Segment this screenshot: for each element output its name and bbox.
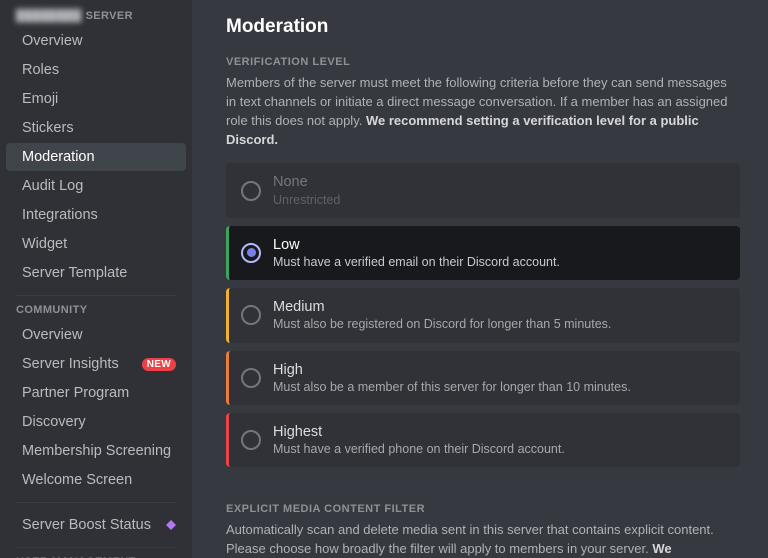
radio-icon [241, 243, 261, 263]
sidebar-item-label: Server Insights [22, 356, 119, 372]
option-subtitle: Must also be a member of this server for… [273, 379, 631, 395]
server-header-suffix: SERVER [86, 10, 133, 22]
sidebar-item-server-boost[interactable]: Server Boost Status [6, 511, 186, 539]
filter-description: Automatically scan and delete media sent… [226, 521, 740, 558]
sidebar-item-membership-screening[interactable]: Membership Screening [6, 437, 186, 465]
sidebar-item-overview[interactable]: Overview [6, 27, 186, 55]
sidebar-item-label: Membership Screening [22, 443, 171, 459]
verification-option-none: NoneUnrestricted [226, 163, 740, 217]
option-title: High [273, 361, 631, 379]
sidebar-item-stickers[interactable]: Stickers [6, 114, 186, 142]
sidebar-item-moderation[interactable]: Moderation [6, 143, 186, 171]
sidebar-item-label: Stickers [22, 120, 74, 136]
sidebar-divider [16, 502, 176, 503]
radio-icon [241, 181, 261, 201]
sidebar-item-partner-program[interactable]: Partner Program [6, 379, 186, 407]
sidebar-divider [16, 547, 176, 548]
sidebar-item-discovery[interactable]: Discovery [6, 408, 186, 436]
sidebar-item-label: Audit Log [22, 178, 83, 194]
radio-icon [241, 430, 261, 450]
sidebar-item-welcome-screen[interactable]: Welcome Screen [6, 466, 186, 494]
option-title: Highest [273, 423, 565, 441]
sidebar-item-label: Moderation [22, 149, 95, 165]
server-name-redacted: ████████ [16, 10, 82, 22]
sidebar-item-server-insights[interactable]: Server Insights NEW [6, 350, 186, 378]
sidebar-item-label: Discovery [22, 414, 86, 430]
sidebar-item-server-template[interactable]: Server Template [6, 259, 186, 287]
new-badge: NEW [142, 358, 176, 371]
option-title: Medium [273, 298, 611, 316]
option-subtitle: Must have a verified email on their Disc… [273, 254, 560, 270]
sidebar-item-overview[interactable]: Overview [6, 321, 186, 349]
sidebar-item-widget[interactable]: Widget [6, 230, 186, 258]
option-subtitle: Must have a verified phone on their Disc… [273, 441, 565, 457]
option-subtitle: Must also be registered on Discord for l… [273, 316, 611, 332]
verification-eyebrow: VERIFICATION LEVEL [226, 56, 740, 68]
filter-eyebrow: EXPLICIT MEDIA CONTENT FILTER [226, 503, 740, 515]
sidebar-community-header: COMMUNITY [0, 304, 186, 320]
sidebar-item-audit-log[interactable]: Audit Log [6, 172, 186, 200]
sidebar-server-header: ████████ SERVER [0, 10, 186, 26]
radio-icon [241, 368, 261, 388]
sidebar-item-label: Overview [22, 327, 82, 343]
sidebar-item-label: Roles [22, 62, 59, 78]
radio-icon [241, 305, 261, 325]
option-title: Low [273, 236, 560, 254]
boost-gem-icon [166, 520, 176, 530]
sidebar-item-label: Overview [22, 33, 82, 49]
verification-option-high[interactable]: HighMust also be a member of this server… [226, 351, 740, 405]
settings-main: Moderation VERIFICATION LEVEL Members of… [192, 0, 768, 558]
sidebar-item-label: Widget [22, 236, 67, 252]
sidebar-item-label: Welcome Screen [22, 472, 132, 488]
option-subtitle: Unrestricted [273, 192, 340, 208]
sidebar-item-label: Server Boost Status [22, 517, 151, 533]
verification-description: Members of the server must meet the foll… [226, 74, 740, 149]
sidebar-divider [16, 295, 176, 296]
sidebar-item-label: Emoji [22, 91, 58, 107]
sidebar-item-label: Server Template [22, 265, 127, 281]
sidebar-item-label: Integrations [22, 207, 98, 223]
verification-option-medium[interactable]: MediumMust also be registered on Discord… [226, 288, 740, 342]
verification-option-highest[interactable]: HighestMust have a verified phone on the… [226, 413, 740, 467]
sidebar-item-roles[interactable]: Roles [6, 56, 186, 84]
page-title: Moderation [226, 16, 740, 38]
option-title: None [273, 173, 340, 191]
sidebar-item-label: Partner Program [22, 385, 129, 401]
sidebar-item-emoji[interactable]: Emoji [6, 85, 186, 113]
settings-sidebar: ████████ SERVER Overview Roles Emoji Sticke… [0, 0, 192, 558]
verification-option-low[interactable]: LowMust have a verified email on their D… [226, 226, 740, 280]
sidebar-item-integrations[interactable]: Integrations [6, 201, 186, 229]
